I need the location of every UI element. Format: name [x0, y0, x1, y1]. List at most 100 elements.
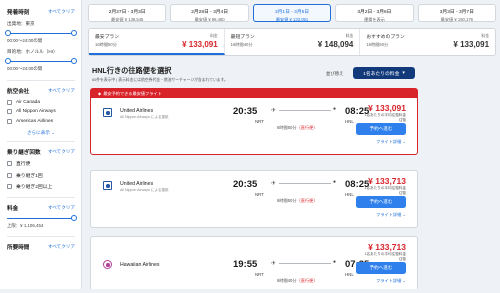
airline-option[interactable]: American Airlines: [7, 118, 75, 124]
date-tab[interactable]: 2月27日 - 3月3日 最安値 ¥ 139,545: [88, 4, 167, 22]
flight-price: ¥ 133,713: [368, 176, 406, 186]
flight-details-link[interactable]: フライト詳細 ⌄: [376, 139, 406, 145]
book-button[interactable]: 予約へ進む: [356, 262, 406, 274]
airplane-icon: ✈: [271, 181, 277, 187]
checkbox[interactable]: [7, 118, 12, 124]
book-button[interactable]: 予約へ進む: [356, 196, 406, 208]
depart-time-label: 出発地：東京: [7, 21, 35, 26]
show-more-airlines-link[interactable]: さらに表示 ⌄: [7, 130, 75, 136]
sort-tab-rate-label: 料金: [210, 34, 218, 38]
price-filter-header: 料金 すべてクリア: [7, 204, 75, 212]
book-button[interactable]: 予約へ進む: [356, 123, 406, 135]
sort-select-value: 1名あたりの料金: [363, 71, 400, 77]
route-line: [279, 183, 331, 184]
operated-by: All Nippon Airways による運航: [120, 188, 169, 192]
sort-tab-recommended[interactable]: おすすめのプラン 16時間50分 料金 ¥ 133,091: [360, 29, 495, 55]
flight-details-label: フライト詳細: [376, 212, 402, 217]
duration-filter-header: 所要時間 すべてクリア: [7, 243, 75, 251]
price-filter-title: 料金: [7, 206, 19, 212]
hawaiian-airlines-logo: [103, 260, 112, 269]
flight-card: Hawaiian Airlines 19:55 NRT ✈ ● 07:35 HN…: [90, 236, 418, 289]
filter-sidebar: 発着時刻 すべてクリア 出発地：東京 00:00〜24:00の間 目的地：ホノル…: [0, 0, 82, 289]
results-note: 60件を表示中 | 表示料金には航空券代金・燃油サーチャージが含まれています。: [92, 78, 228, 82]
sort-tab-rate-label: 料金: [481, 34, 490, 38]
stops-filter-title: 乗り継ぎ回数: [7, 149, 41, 156]
flight-details-link[interactable]: フライト詳細 ⌄: [376, 212, 406, 218]
checkbox[interactable]: [7, 172, 12, 178]
flight-details-link[interactable]: フライト詳細 ⌄: [376, 278, 406, 284]
airline-clear-link[interactable]: すべてクリア: [48, 88, 75, 94]
date-tab[interactable]: 3月2日 - 3月6日 運賃を表示: [335, 4, 414, 22]
date-tab-price: 最安値 ¥ 133,091: [275, 16, 309, 22]
chevron-down-icon: ⌄: [402, 278, 406, 283]
flight-price: ¥ 133,713: [368, 242, 406, 252]
price-slider-track: [7, 217, 75, 219]
divider: [7, 197, 75, 198]
depart-slider-min-handle[interactable]: [5, 30, 11, 36]
location-pin-icon: ●: [333, 106, 337, 112]
stops-option[interactable]: 乗り継ぎ2回以上: [7, 183, 75, 190]
checkbox[interactable]: [7, 109, 12, 114]
stops-clear-link[interactable]: すべてクリア: [48, 149, 75, 155]
flight-price: ¥ 133,091: [368, 103, 406, 113]
airline-name: United Airlines: [120, 108, 154, 114]
checkbox[interactable]: [7, 99, 12, 105]
arrival-airport: HNL: [345, 192, 354, 197]
duration-filter-title: 所要時間: [7, 245, 30, 251]
date-tab-selected[interactable]: 3月1日 - 3月5日 最安値 ¥ 133,091: [252, 4, 332, 22]
sort-tab-price: ¥ 133,091: [453, 40, 490, 49]
stops-option[interactable]: 乗り継ぎ1回: [7, 172, 75, 179]
arrive-slider-track: [7, 60, 75, 62]
departure-clear-link[interactable]: すべてクリア: [48, 9, 75, 15]
airline-option[interactable]: All Nippon Airways: [7, 109, 75, 114]
airline-option-label: American Airlines: [16, 118, 54, 124]
departure-airport: NRT: [255, 272, 264, 277]
price-clear-link[interactable]: すべてクリア: [48, 205, 75, 211]
airplane-icon: ✈: [271, 108, 277, 114]
date-tab[interactable]: 2月28日 - 3月4日 最安値 ¥ 98,480: [170, 4, 249, 22]
united-airlines-logo: [103, 108, 112, 117]
date-tab-dates: 3月1日 - 3月5日: [274, 9, 310, 15]
date-tab[interactable]: 3月3日 - 3月7日 最安値 ¥ 150,176: [417, 4, 497, 22]
flight-card-featured: ◆ 最安予約できる最安値フライト United Airlines All Nip…: [90, 88, 418, 155]
arrive-time-range: 00:00〜24:00の間: [7, 66, 43, 71]
cheapest-badge: ◆ 最安予約できる最安値フライト: [91, 89, 417, 98]
airline-option-label: All Nippon Airways: [16, 109, 56, 114]
stops-option[interactable]: 直行便: [7, 160, 75, 167]
departure-airport: NRT: [255, 192, 264, 197]
airline-option-label: Air Canada: [16, 99, 40, 105]
depart-slider-max-handle[interactable]: [71, 30, 77, 36]
date-tab-dates: 3月3日 - 3月7日: [439, 9, 474, 15]
arrive-slider-max-handle[interactable]: [71, 58, 77, 64]
date-tab-dates: 2月28日 - 3月4日: [191, 9, 228, 15]
duration-value: 6時間50分: [277, 125, 297, 130]
divider: [7, 236, 75, 237]
date-tab-price: 運賃を表示: [363, 16, 385, 22]
sort-by-label: 並び替え: [326, 71, 344, 76]
price-slider-handle[interactable]: [71, 215, 77, 221]
checkbox[interactable]: [7, 184, 12, 189]
sort-tab-fastest[interactable]: 最短プラン 16時間40分 料金 ¥ 148,094: [225, 29, 361, 55]
flight-details-label: フライト詳細: [376, 278, 402, 283]
arrive-time-label: 目的地：ホノルル（HI）: [7, 49, 58, 54]
sort-tab-title: 最短プラン: [230, 35, 255, 40]
duration-value: 6時間50分: [277, 198, 297, 203]
stops-filter-header: 乗り継ぎ回数 すべてクリア: [7, 148, 75, 156]
sort-tab-cheapest[interactable]: 最安プラン 16時間50分 料金 ¥ 133,091: [89, 29, 225, 55]
route-line: [279, 110, 331, 111]
duration-value: 6時間40分: [277, 278, 297, 283]
route-line: [279, 263, 331, 264]
duration-clear-link[interactable]: すべてクリア: [48, 244, 75, 250]
date-tab-dates: 2月27日 - 3月3日: [108, 9, 146, 15]
departure-filter-header: 発着時刻 すべてクリア: [7, 8, 75, 16]
airline-option[interactable]: Air Canada: [7, 99, 75, 105]
price-slider[interactable]: [7, 215, 77, 221]
arrive-time-slider[interactable]: [5, 58, 77, 64]
flight-duration: 6時間40分（直行便）: [277, 278, 318, 284]
nonstop-label: （直行便）: [296, 125, 318, 130]
sort-select-dropdown[interactable]: 1名あたりの料金 ▾: [353, 67, 415, 79]
depart-time-slider[interactable]: [5, 30, 77, 36]
departure-filter-title: 発着時刻: [7, 10, 30, 16]
arrive-slider-min-handle[interactable]: [5, 58, 11, 64]
checkbox[interactable]: [7, 161, 12, 166]
